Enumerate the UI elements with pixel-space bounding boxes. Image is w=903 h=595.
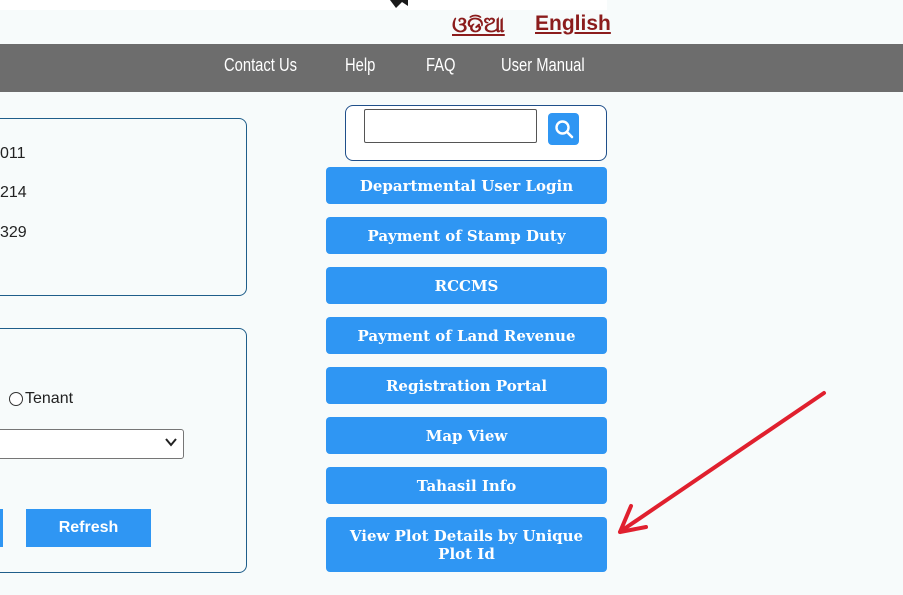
top-strip — [0, 0, 607, 10]
payment-stamp-duty-button[interactable]: Payment of Stamp Duty — [326, 217, 607, 254]
nav-help[interactable]: Help — [345, 55, 375, 76]
chevron-down-icon — [165, 438, 177, 447]
stat-value-1: 011 — [0, 145, 26, 162]
registration-portal-button[interactable]: Registration Portal — [326, 367, 607, 404]
language-odia-link[interactable]: ଓଡିଆ — [452, 12, 505, 38]
red-arrow-icon — [618, 391, 826, 534]
tenant-radio-label: Tenant — [25, 390, 74, 407]
view-plot-details-button[interactable]: View Plot Details by Unique Plot Id — [326, 517, 607, 572]
main-navbar: Contact Us Help FAQ User Manual — [0, 44, 903, 92]
stat-value-3: 329 — [0, 224, 27, 241]
payment-land-revenue-button[interactable]: Payment of Land Revenue — [326, 317, 607, 354]
nav-user-manual[interactable]: User Manual — [501, 55, 585, 76]
stat-value-2: 214 — [0, 184, 27, 201]
tahasil-info-button[interactable]: Tahasil Info — [326, 467, 607, 504]
language-english-link[interactable]: English — [535, 12, 611, 36]
nav-contact-us[interactable]: Contact Us — [224, 55, 297, 76]
search-icon — [554, 120, 573, 139]
map-view-button[interactable]: Map View — [326, 417, 607, 454]
logo-fragment — [390, 0, 408, 8]
stats-panel — [0, 118, 247, 296]
search-select-dropdown[interactable] — [0, 429, 184, 459]
tenant-radio-option[interactable]: Tenant — [9, 390, 73, 408]
nav-faq[interactable]: FAQ — [426, 55, 456, 76]
departmental-user-login-button[interactable]: Departmental User Login — [326, 167, 607, 204]
refresh-button[interactable]: Refresh — [26, 509, 151, 547]
submit-button-partial[interactable] — [0, 509, 3, 547]
site-search-input[interactable] — [364, 109, 537, 143]
tenant-radio-button[interactable] — [9, 392, 23, 406]
rccms-button[interactable]: RCCMS — [326, 267, 607, 304]
site-search-button[interactable] — [548, 113, 579, 145]
